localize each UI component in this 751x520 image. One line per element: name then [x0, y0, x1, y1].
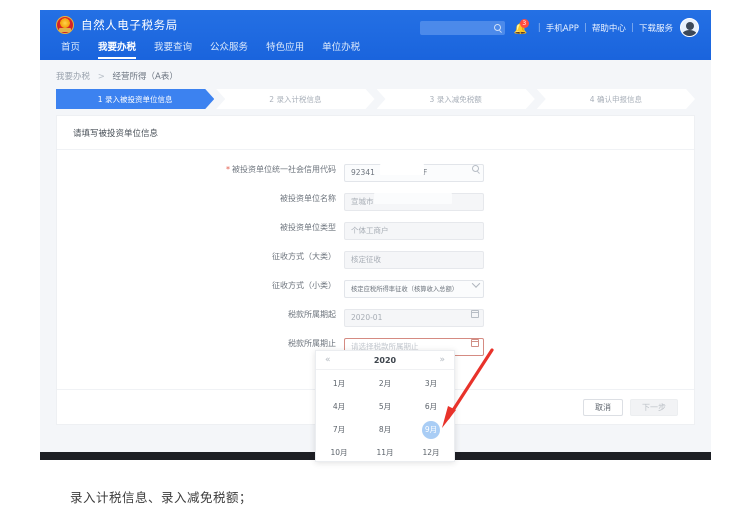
header-link-mobile-app[interactable]: 手机APP	[546, 22, 579, 34]
label-period-end: 税款所属期止	[288, 338, 336, 348]
prev-year-icon[interactable]: «	[325, 355, 331, 365]
screenshot-root: 自然人电子税务局 首页 我要办税 我要查询 公众服务 特色应用 单位办税 🔔 3…	[0, 0, 751, 520]
breadcrumb-parent[interactable]: 我要办税	[56, 72, 90, 82]
control-collection-major	[344, 247, 484, 269]
required-asterisk: *	[226, 164, 230, 174]
main-nav: 首页 我要办税 我要查询 公众服务 特色应用 单位办税	[52, 39, 369, 59]
month-cell-8[interactable]: 8月	[376, 421, 394, 439]
picker-year-label[interactable]: 2020	[374, 356, 396, 365]
avatar-face	[685, 22, 694, 30]
month-cell-5[interactable]: 5月	[376, 398, 394, 416]
month-cell-2[interactable]: 2月	[376, 375, 394, 393]
period-start-input	[344, 308, 484, 327]
nav-item-home[interactable]: 首页	[52, 39, 89, 59]
label-collection-major: 征收方式（大类）	[272, 251, 336, 261]
card-title: 请填写被投资单位信息	[73, 129, 159, 139]
field-row-unit-type: 被投资单位类型	[57, 216, 694, 240]
field-row-collection-major: 征收方式（大类）	[57, 245, 694, 269]
field-row-unit-name: 被投资单位名称	[57, 187, 694, 211]
step-bar: 1 录入被投资单位信息 2 录入计税信息 3 录入减免税额 4 确认申报信息	[56, 89, 695, 109]
header-link-help-center[interactable]: 帮助中心	[592, 22, 626, 34]
month-cell-3[interactable]: 3月	[422, 375, 440, 393]
caption-text: 录入计税信息、录入减免税额；	[70, 490, 253, 505]
label-unit-name: 被投资单位名称	[280, 193, 336, 203]
header-actions: 🔔 3 | 手机APP | 帮助中心 | 下载服务	[419, 18, 699, 37]
control-unit-name	[344, 189, 484, 211]
header-separator-1: |	[537, 22, 541, 33]
step-1-enter-invested-unit-info[interactable]: 1 录入被投资单位信息	[56, 89, 214, 109]
avatar[interactable]	[680, 18, 699, 37]
breadcrumb-current: 经营所得（A表）	[112, 72, 178, 82]
field-row-credit-code: * 被投资单位统一社会信用代码	[57, 158, 694, 182]
national-emblem-icon	[56, 16, 74, 34]
control-credit-code	[344, 160, 484, 182]
nav-item-query[interactable]: 我要查询	[145, 39, 201, 59]
breadcrumb: 我要办税 > 经营所得（A表）	[56, 70, 178, 82]
brand: 自然人电子税务局	[56, 16, 178, 34]
label-period-start: 税款所属期起	[288, 309, 336, 319]
breadcrumb-separator: >	[97, 72, 105, 82]
step-2-enter-tax-info[interactable]: 2 录入计税信息	[216, 89, 374, 109]
search-icon[interactable]	[472, 165, 479, 172]
nav-item-unit-tax[interactable]: 单位办税	[313, 39, 369, 59]
month-grid: 1月 2月 3月 4月 5月 6月 7月 8月 9月 10月 11月 12月	[316, 370, 454, 464]
search-input[interactable]	[419, 20, 505, 35]
collection-minor-select[interactable]	[344, 279, 484, 298]
step-4-confirm-declaration[interactable]: 4 确认申报信息	[537, 89, 695, 109]
nav-item-tax-handling[interactable]: 我要办税	[89, 39, 145, 59]
redaction-block-credit-code	[380, 163, 424, 175]
month-cell-4[interactable]: 4月	[330, 398, 348, 416]
field-row-collection-minor: 征收方式（小类）	[57, 274, 694, 298]
nav-item-featured-apps[interactable]: 特色应用	[257, 39, 313, 59]
notification-button[interactable]: 🔔 3	[512, 18, 529, 36]
month-cell-11[interactable]: 11月	[376, 444, 394, 462]
calendar-icon	[471, 309, 479, 318]
app-header: 自然人电子税务局 首页 我要办税 我要查询 公众服务 特色应用 单位办税 🔔 3…	[40, 10, 711, 60]
next-step-button[interactable]: 下一步	[630, 399, 678, 416]
month-cell-12[interactable]: 12月	[422, 444, 440, 462]
header-separator-3: |	[630, 22, 634, 33]
next-year-icon[interactable]: »	[439, 355, 445, 365]
month-cell-7[interactable]: 7月	[330, 421, 348, 439]
month-cell-6[interactable]: 6月	[422, 398, 440, 416]
month-cell-1[interactable]: 1月	[330, 375, 348, 393]
collection-major-input	[344, 250, 484, 269]
control-period-start	[344, 305, 484, 327]
step-3-enter-tax-reduction[interactable]: 3 录入减免税额	[377, 89, 535, 109]
label-collection-minor: 征收方式（小类）	[272, 280, 336, 290]
month-cell-10[interactable]: 10月	[330, 444, 348, 462]
month-picker-header: « 2020 »	[316, 351, 454, 370]
control-collection-minor	[344, 276, 484, 298]
notification-badge: 3	[519, 18, 529, 28]
redaction-block-unit-name	[374, 192, 452, 204]
cancel-button[interactable]: 取消	[583, 399, 623, 416]
month-cell-9-selected[interactable]: 9月	[422, 420, 440, 439]
month-picker-popup[interactable]: « 2020 » 1月 2月 3月 4月 5月 6月 7月 8月 9月 10月 …	[315, 350, 455, 462]
form-actions: 取消 下一步	[583, 399, 678, 416]
header-link-download-service[interactable]: 下载服务	[639, 22, 673, 34]
calendar-icon[interactable]	[471, 338, 479, 347]
brand-title: 自然人电子税务局	[81, 18, 178, 32]
nav-item-public-service[interactable]: 公众服务	[201, 39, 257, 59]
label-unit-type: 被投资单位类型	[280, 222, 336, 232]
avatar-body	[682, 30, 697, 36]
field-row-period-start: 税款所属期起	[57, 303, 694, 327]
unit-type-input	[344, 221, 484, 240]
invested-unit-form: *被投资单位统一社会信用代码 被投资单位名称	[57, 158, 694, 361]
search-icon	[493, 23, 501, 31]
control-unit-type	[344, 218, 484, 240]
label-credit-code: * 被投资单位统一社会信用代码	[226, 164, 336, 174]
card-divider	[57, 149, 694, 150]
header-separator-2: |	[583, 22, 587, 33]
